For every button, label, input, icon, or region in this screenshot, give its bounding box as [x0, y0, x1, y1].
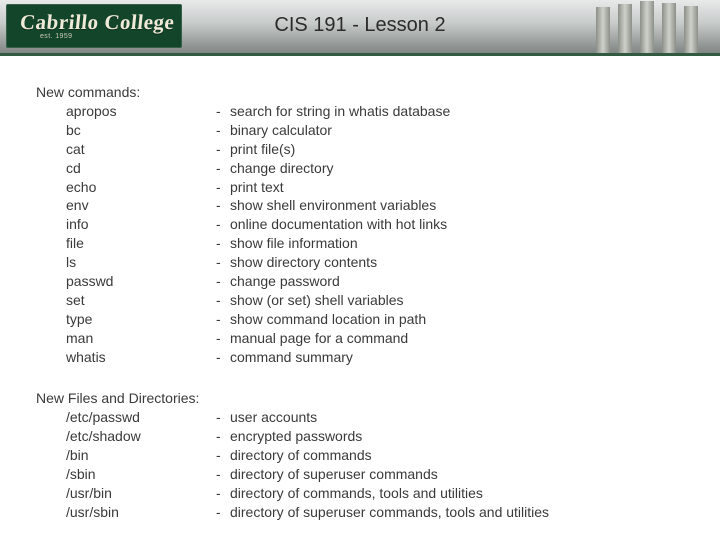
dash: -	[216, 484, 230, 503]
dash: -	[216, 503, 230, 522]
term: echo	[36, 178, 216, 197]
description: manual page for a command	[230, 329, 408, 348]
description: directory of superuser commands	[230, 465, 438, 484]
description: show shell environment variables	[230, 196, 436, 215]
dash: -	[216, 348, 230, 367]
files-heading: New Files and Directories:	[36, 390, 549, 406]
list-item: ls-show directory contents	[36, 253, 549, 272]
term: man	[36, 329, 216, 348]
dash: -	[216, 140, 230, 159]
files-section: New Files and Directories: /etc/passwd-u…	[36, 390, 549, 521]
dash: -	[216, 178, 230, 197]
list-item: /etc/passwd-user accounts	[36, 408, 549, 427]
list-item: echo-print text	[36, 178, 549, 197]
list-item: bc-binary calculator	[36, 121, 549, 140]
description: show directory contents	[230, 253, 377, 272]
term: env	[36, 196, 216, 215]
list-item: apropos-search for string in whatis data…	[36, 102, 549, 121]
dash: -	[216, 408, 230, 427]
list-item: set-show (or set) shell variables	[36, 291, 549, 310]
dash: -	[216, 446, 230, 465]
term: passwd	[36, 272, 216, 291]
dash: -	[216, 159, 230, 178]
commands-list: apropos-search for string in whatis data…	[36, 102, 549, 366]
term: ls	[36, 253, 216, 272]
list-item: file-show file information	[36, 234, 549, 253]
description: online documentation with hot links	[230, 215, 447, 234]
list-item: cd-change directory	[36, 159, 549, 178]
description: command summary	[230, 348, 353, 367]
term: /etc/shadow	[36, 427, 216, 446]
list-item: type-show command location in path	[36, 310, 549, 329]
list-item: /bin-directory of commands	[36, 446, 549, 465]
term: type	[36, 310, 216, 329]
list-item: info-online documentation with hot links	[36, 215, 549, 234]
term: cat	[36, 140, 216, 159]
dash: -	[216, 234, 230, 253]
term: /bin	[36, 446, 216, 465]
dash: -	[216, 310, 230, 329]
term: set	[36, 291, 216, 310]
term: file	[36, 234, 216, 253]
term: cd	[36, 159, 216, 178]
commands-heading: New commands:	[36, 84, 549, 100]
description: change password	[230, 272, 340, 291]
dash: -	[216, 465, 230, 484]
term: /sbin	[36, 465, 216, 484]
slide-body: New commands: apropos-search for string …	[36, 84, 549, 546]
description: show file information	[230, 234, 358, 253]
dash: -	[216, 329, 230, 348]
list-item: man-manual page for a command	[36, 329, 549, 348]
dash: -	[216, 427, 230, 446]
description: show (or set) shell variables	[230, 291, 404, 310]
list-item: cat-print file(s)	[36, 140, 549, 159]
term: /etc/passwd	[36, 408, 216, 427]
list-item: env-show shell environment variables	[36, 196, 549, 215]
description: binary calculator	[230, 121, 332, 140]
description: change directory	[230, 159, 334, 178]
list-item: /usr/sbin-directory of superuser command…	[36, 503, 549, 522]
dash: -	[216, 196, 230, 215]
slide-banner: Cabrillo College est. 1959 CIS 191 - Les…	[0, 0, 720, 56]
description: directory of commands	[230, 446, 372, 465]
description: directory of commands, tools and utiliti…	[230, 484, 483, 503]
term: /usr/bin	[36, 484, 216, 503]
description: print file(s)	[230, 140, 295, 159]
description: user accounts	[230, 408, 317, 427]
description: print text	[230, 178, 284, 197]
dash: -	[216, 253, 230, 272]
dash: -	[216, 215, 230, 234]
description: search for string in whatis database	[230, 102, 450, 121]
banner-pillars-art	[590, 0, 720, 53]
files-list: /etc/passwd-user accounts/etc/shadow-enc…	[36, 408, 549, 521]
term: apropos	[36, 102, 216, 121]
description: directory of superuser commands, tools a…	[230, 503, 549, 522]
term: bc	[36, 121, 216, 140]
list-item: whatis-command summary	[36, 348, 549, 367]
description: encrypted passwords	[230, 427, 362, 446]
list-item: /sbin-directory of superuser commands	[36, 465, 549, 484]
term: whatis	[36, 348, 216, 367]
dash: -	[216, 272, 230, 291]
list-item: /etc/shadow-encrypted passwords	[36, 427, 549, 446]
commands-section: New commands: apropos-search for string …	[36, 84, 549, 366]
term: /usr/sbin	[36, 503, 216, 522]
list-item: passwd-change password	[36, 272, 549, 291]
list-item: /usr/bin-directory of commands, tools an…	[36, 484, 549, 503]
dash: -	[216, 102, 230, 121]
description: show command location in path	[230, 310, 426, 329]
term: info	[36, 215, 216, 234]
dash: -	[216, 121, 230, 140]
dash: -	[216, 291, 230, 310]
